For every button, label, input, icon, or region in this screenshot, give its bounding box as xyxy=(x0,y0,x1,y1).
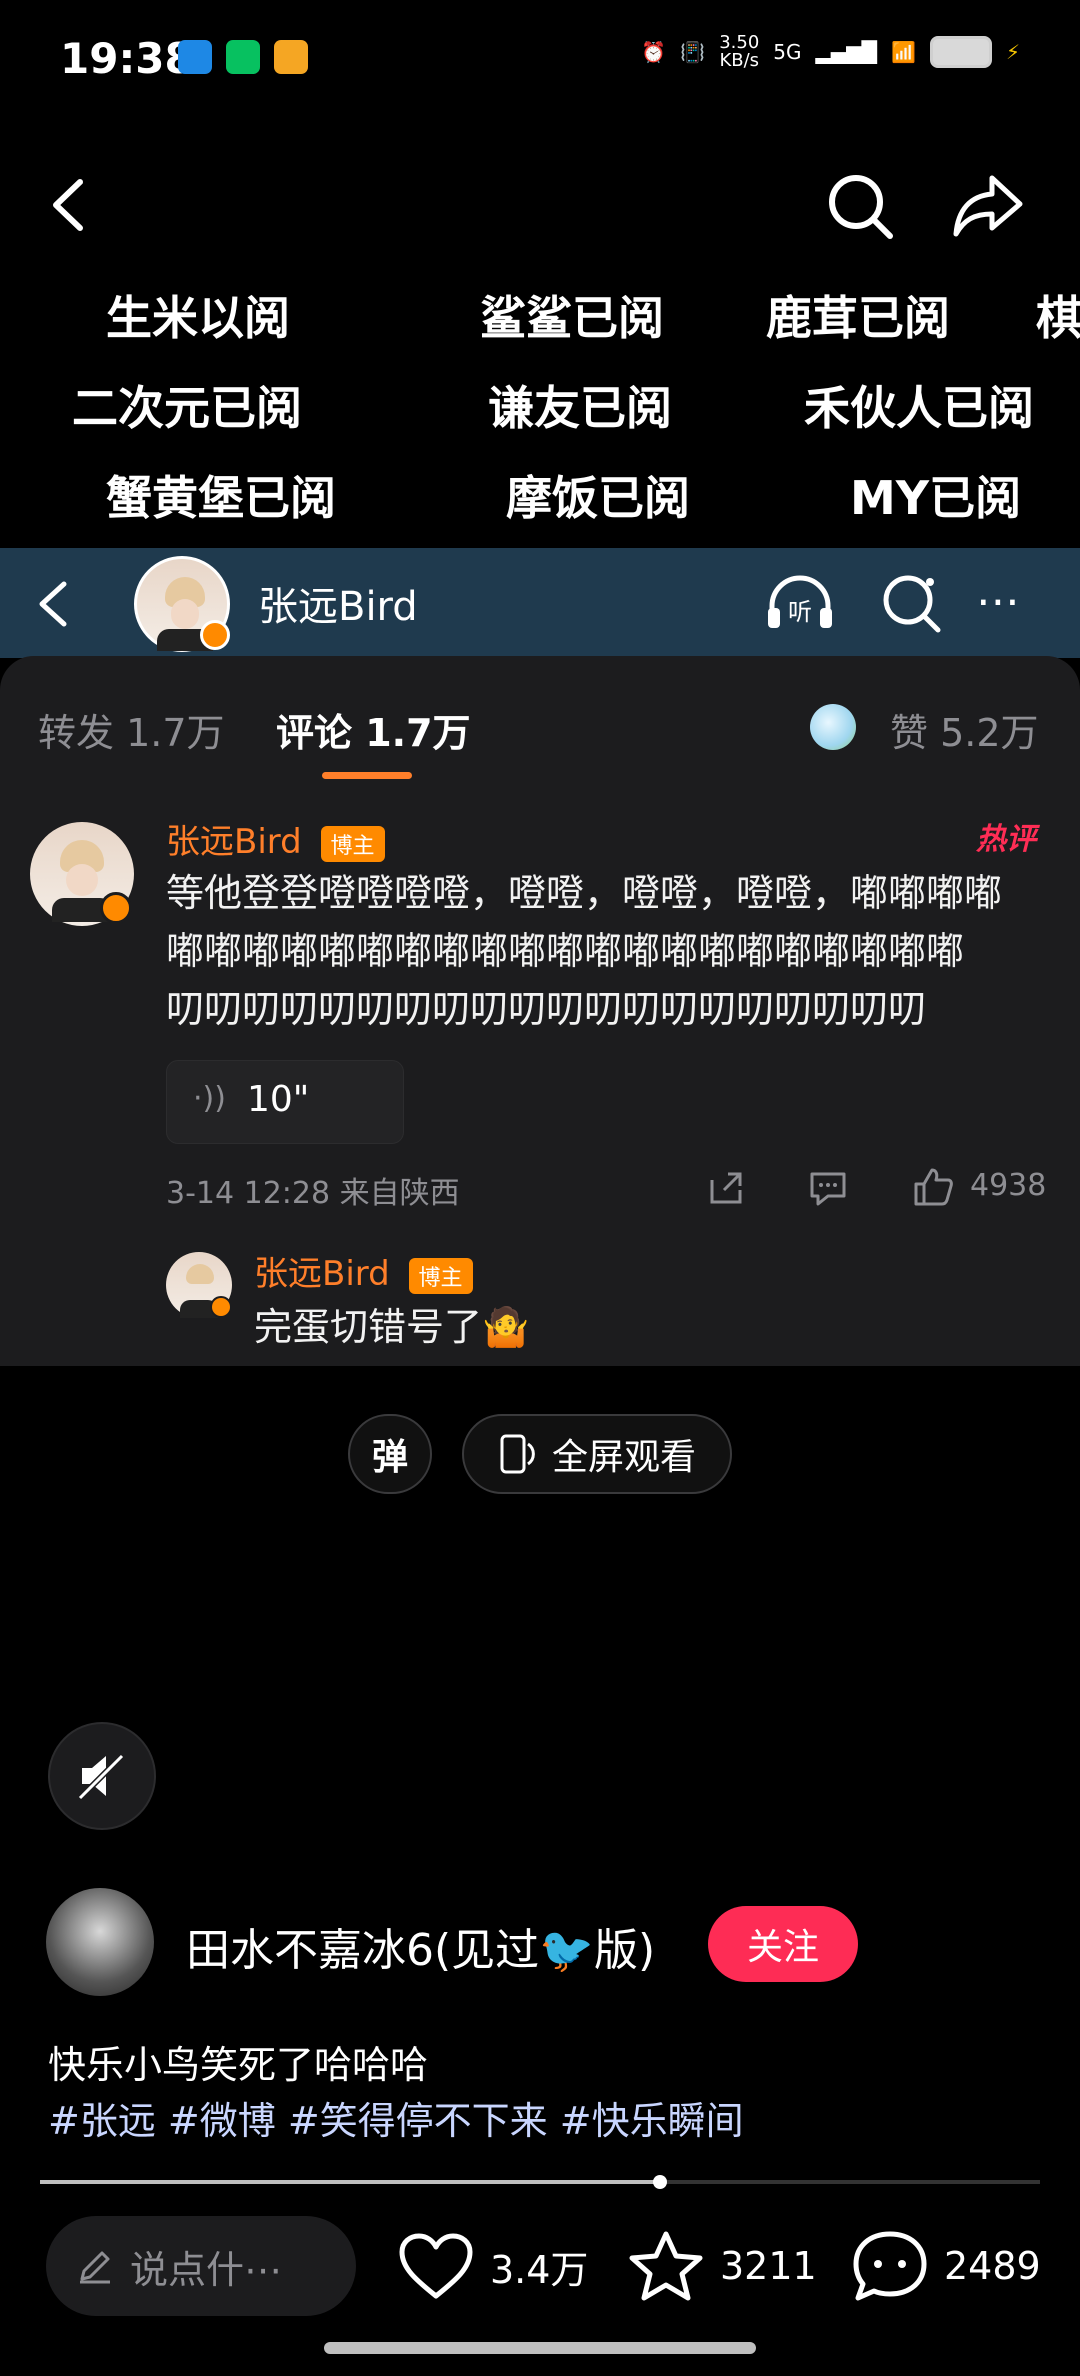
comment-icon xyxy=(853,2231,927,2301)
signal-icon: ▂▄▆█ xyxy=(815,40,878,64)
search-icon xyxy=(829,175,893,239)
overlay-text: 二次元已阅 xyxy=(72,381,302,435)
net-speed: 3.50 KB/s xyxy=(719,32,760,71)
tab-like[interactable]: 赞 5.2万 xyxy=(890,702,1039,757)
follow-label: 关注 xyxy=(746,1927,819,1968)
video-progress-knob[interactable] xyxy=(653,2175,667,2189)
more-icon[interactable]: ⋯ xyxy=(976,576,1024,627)
tab-comment[interactable]: 评论 1.7万 xyxy=(276,702,471,757)
like-emoji-icon xyxy=(810,704,856,750)
fullscreen-icon xyxy=(500,1434,535,1474)
poster-name[interactable]: 田水不嘉冰6(见过🐦版) xyxy=(186,1914,655,1978)
fullscreen-button[interactable]: 全屏观看 xyxy=(462,1414,732,1494)
svg-text:听: 听 xyxy=(788,598,812,626)
card-search-icon[interactable] xyxy=(876,568,946,638)
share-button[interactable] xyxy=(950,168,1026,244)
network-type: 5G xyxy=(773,40,802,64)
comment-input[interactable]: 说点什⋯ xyxy=(46,2216,356,2316)
verified-badge xyxy=(200,620,230,650)
comment-author[interactable]: 张远Bird xyxy=(166,822,302,862)
video-progress-fill xyxy=(40,2180,660,2184)
overlay-text: 禾伙人已阅 xyxy=(804,381,1034,435)
weibo-card-header: 张远Bird 听 ⋯ xyxy=(0,548,1080,658)
back-icon xyxy=(53,179,83,231)
favorite-count: 3211 xyxy=(720,2244,817,2288)
poster-avatar[interactable] xyxy=(46,1888,154,1996)
danmaku-label: 弹 xyxy=(371,1437,408,1478)
overlay-text: 棋 xyxy=(1036,291,1080,345)
tab-repost[interactable]: 转发 1.7万 xyxy=(38,702,225,757)
reply-header: 张远Bird 博主 xyxy=(254,1246,473,1295)
post-hashtags[interactable]: #张远 #微博 #笑得停不下来 #快乐瞬间 xyxy=(48,2090,744,2145)
overlay-text: 生米以阅 xyxy=(106,291,290,345)
danmaku-button[interactable]: 弹 xyxy=(348,1414,432,1494)
tab-active-indicator xyxy=(322,772,412,779)
overlay-text: 谦友已阅 xyxy=(488,381,672,435)
back-button[interactable] xyxy=(40,170,100,240)
overlay-text: 鲨鲨已阅 xyxy=(480,291,664,345)
author-badge: 博主 xyxy=(408,1257,473,1294)
comment-line: 嘟嘟嘟嘟嘟嘟嘟嘟嘟嘟嘟嘟嘟嘟嘟嘟嘟嘟嘟嘟嘟 xyxy=(166,929,965,973)
search-button[interactable] xyxy=(822,168,898,244)
heart-icon xyxy=(399,2233,473,2299)
weibo-icon xyxy=(274,40,308,74)
wifi-icon: 📶 xyxy=(891,40,916,64)
alarm-icon: ⏰ xyxy=(641,40,667,64)
verified-badge xyxy=(210,1296,232,1318)
like-button[interactable]: 3.4万 xyxy=(396,2226,588,2306)
comment-likes: 4938 xyxy=(970,1168,1047,1203)
weibo-card-body: 转发 1.7万 评论 1.7万 赞 5.2万 张远Bird 博主 热评 等他登登… xyxy=(0,656,1080,1366)
comment-line: 等他登登噔噔噔噔，噔噔，噔噔，噔噔，嘟嘟嘟嘟 xyxy=(166,871,1003,915)
video-progress-track[interactable] xyxy=(40,2175,1040,2189)
comment-meta: 3-14 12:28 来自陕西 xyxy=(166,1176,460,1211)
share-icon xyxy=(953,175,1023,237)
thumbs-up-icon[interactable] xyxy=(912,1166,954,1208)
vibrate-icon: 📳 xyxy=(680,40,706,64)
charging-icon: ⚡ xyxy=(1005,40,1020,64)
like-count: 3.4万 xyxy=(490,2247,589,2292)
wechat-icon xyxy=(226,40,260,74)
comment-header: 张远Bird 博主 xyxy=(166,814,385,863)
comment-button[interactable]: 2489 xyxy=(850,2226,1041,2306)
fullscreen-label: 全屏观看 xyxy=(551,1437,696,1478)
nfc-icon xyxy=(178,40,212,74)
repost-icon[interactable] xyxy=(706,1168,746,1208)
star-icon xyxy=(629,2231,703,2301)
overlay-text: MY已阅 xyxy=(850,471,1022,525)
voice-message[interactable]: ·)) 10" xyxy=(166,1060,404,1144)
verified-badge xyxy=(100,892,132,924)
mute-button[interactable] xyxy=(48,1722,156,1830)
voice-icon: ·)) xyxy=(193,1081,226,1116)
status-time: 19:38 xyxy=(60,34,194,83)
comment-count: 2489 xyxy=(944,2244,1041,2288)
reply-icon[interactable] xyxy=(808,1168,848,1208)
comment-line: 叨叨叨叨叨叨叨叨叨叨叨叨叨叨叨叨叨叨叨叨 xyxy=(166,987,927,1031)
overlay-text: 摩饭已阅 xyxy=(506,471,690,525)
home-indicator[interactable] xyxy=(324,2342,756,2354)
reply-text: 完蛋切错号了🤷 xyxy=(254,1305,530,1349)
battery-icon xyxy=(929,36,992,68)
follow-button[interactable]: 关注 xyxy=(708,1906,858,1982)
overlay-text: 鹿茸已阅 xyxy=(766,291,950,345)
card-user-name[interactable]: 张远Bird xyxy=(258,574,418,632)
pencil-icon xyxy=(80,2251,110,2284)
hot-comment-badge: 热评 xyxy=(976,822,1036,857)
voice-duration: 10" xyxy=(247,1079,310,1120)
post-caption: 快乐小鸟笑死了哈哈哈 xyxy=(48,2043,429,2087)
mute-icon xyxy=(77,1753,125,1801)
overlay-text: 蟹黄堡已阅 xyxy=(106,471,336,525)
listen-icon[interactable]: 听 xyxy=(762,568,838,638)
status-indicators: ⏰ 📳 3.50 KB/s 5G ▂▄▆█ 📶 ⚡ xyxy=(641,34,1020,70)
favorite-button[interactable]: 3211 xyxy=(626,2226,817,2306)
card-back-icon[interactable] xyxy=(30,576,74,632)
author-badge: 博主 xyxy=(320,825,385,862)
reply-author[interactable]: 张远Bird xyxy=(254,1254,390,1294)
comment-placeholder: 说点什⋯ xyxy=(130,2247,283,2292)
